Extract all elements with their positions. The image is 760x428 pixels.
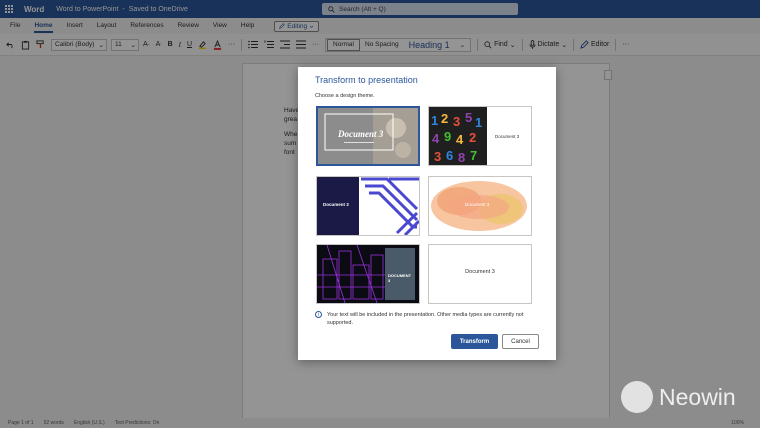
theme-3-title: Document 3 <box>323 202 349 207</box>
theme-2-title: Document 3 <box>495 134 520 139</box>
svg-text:3: 3 <box>453 114 460 129</box>
theme-4-title: Document 3 <box>465 202 490 207</box>
svg-text:1: 1 <box>475 115 482 130</box>
svg-text:8: 8 <box>458 150 465 165</box>
theme-option-4[interactable]: Document 3 <box>428 176 532 236</box>
svg-text:9: 9 <box>444 129 451 144</box>
theme-5-title: DOCUMENT 3 <box>388 273 412 283</box>
svg-text:2: 2 <box>469 130 476 145</box>
svg-text:5: 5 <box>465 110 472 125</box>
svg-text:4: 4 <box>456 132 464 147</box>
svg-text:3: 3 <box>434 149 441 164</box>
info-text: Your text will be included in the presen… <box>327 312 524 326</box>
theme-option-1[interactable]: Document 3 <box>316 106 420 166</box>
svg-text:1: 1 <box>431 113 438 128</box>
neowin-logo-icon <box>621 381 653 413</box>
theme-option-3[interactable]: Document 3 <box>316 176 420 236</box>
cancel-button[interactable]: Cancel <box>502 334 539 349</box>
theme-option-5[interactable]: DOCUMENT 3 <box>316 244 420 304</box>
transform-dialog: Transform to presentation Choose a desig… <box>298 67 556 360</box>
svg-text:7: 7 <box>470 148 477 163</box>
dialog-subtitle: Choose a design theme. <box>315 93 375 99</box>
neowin-logo-text: Neowin <box>659 383 736 410</box>
theme-option-6[interactable]: Document 3 <box>428 244 532 304</box>
svg-text:6: 6 <box>446 148 453 163</box>
theme-1-title: Document 3 <box>338 129 384 139</box>
svg-text:4: 4 <box>432 131 440 146</box>
info-icon: i <box>315 311 322 318</box>
neowin-watermark: Neowin <box>621 381 736 413</box>
svg-text:2: 2 <box>441 111 448 126</box>
info-message: i Your text will be included in the pres… <box>315 311 540 327</box>
dialog-title: Transform to presentation <box>315 75 418 85</box>
theme-6-title: Document 3 <box>465 269 495 275</box>
theme-option-2[interactable]: 1 2 3 5 1 4 9 4 2 3 6 8 7 Document 3 <box>428 106 532 166</box>
transform-button[interactable]: Transform <box>451 334 498 349</box>
